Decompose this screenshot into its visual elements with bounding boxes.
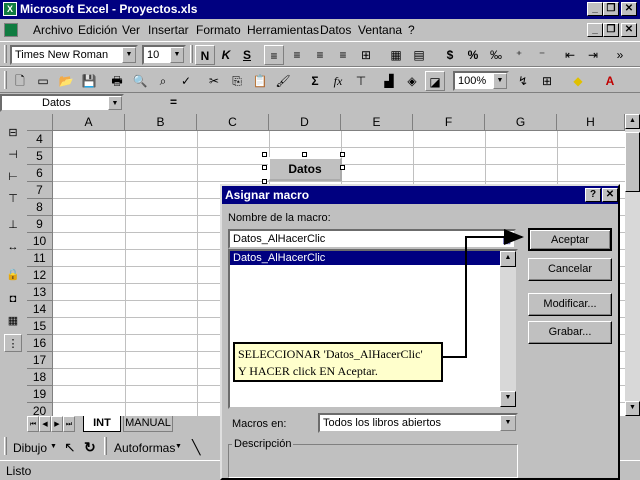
callout-arrow [443,229,524,358]
